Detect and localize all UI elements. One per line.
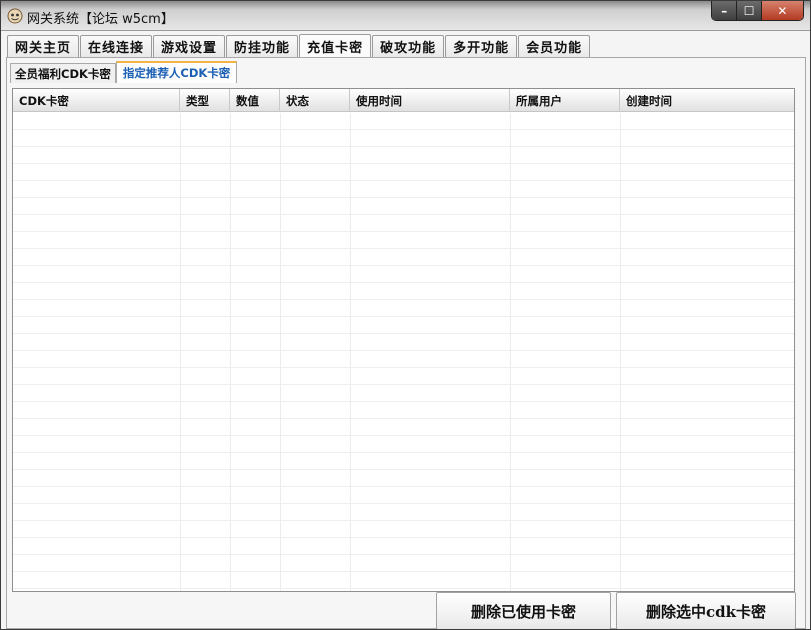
maximize-button[interactable]: ☐ — [737, 1, 762, 20]
minimize-button[interactable]: – — [712, 1, 738, 20]
tab-gateway-home[interactable]: 网关主页 — [7, 35, 80, 57]
subtab-referrer-cdk[interactable]: 指定推荐人CDK卡密 — [115, 61, 238, 83]
tab-online-connections[interactable]: 在线连接 — [80, 35, 153, 57]
column-divider — [280, 113, 281, 591]
delete-used-cdk-button[interactable]: 删除已使用卡密 — [436, 592, 611, 629]
column-divider — [510, 113, 511, 591]
column-header-created-time[interactable]: 创建时间 — [620, 89, 794, 112]
column-header-owner[interactable]: 所属用户 — [510, 89, 620, 112]
tab-recharge-cdk[interactable]: 充值卡密 — [299, 34, 372, 58]
close-button[interactable]: ✕ — [761, 1, 803, 20]
subtab-welfare-cdk[interactable]: 全员福利CDK卡密 — [10, 63, 116, 83]
column-divider — [620, 113, 621, 591]
sub-tab-strip: 全员福利CDK卡密 指定推荐人CDK卡密 — [10, 61, 238, 83]
tab-game-settings[interactable]: 游戏设置 — [153, 35, 226, 57]
column-header-value[interactable]: 数值 — [230, 89, 280, 112]
table-header: CDK卡密 类型 数值 状态 使用时间 所属用户 创建时间 — [13, 89, 794, 112]
main-tab-strip: 网关主页 在线连接 游戏设置 防挂功能 充值卡密 破攻功能 多开功能 会员功能 — [7, 34, 591, 58]
table-body[interactable] — [13, 113, 794, 591]
tab-break-attack[interactable]: 破攻功能 — [372, 35, 445, 57]
column-divider — [350, 113, 351, 591]
app-logo-icon — [7, 8, 23, 24]
tab-panel-recharge: 全员福利CDK卡密 指定推荐人CDK卡密 CDK卡密 类型 数值 状态 使用时间… — [6, 57, 806, 629]
column-header-status[interactable]: 状态 — [280, 89, 350, 112]
column-divider — [230, 113, 231, 591]
title-bar[interactable]: 网关系统【论坛 w5cm】 – ☐ ✕ — [1, 1, 810, 31]
tab-member[interactable]: 会员功能 — [518, 35, 591, 57]
window-title: 网关系统【论坛 w5cm】 — [27, 12, 174, 27]
tab-anti-cheat[interactable]: 防挂功能 — [226, 35, 299, 57]
column-header-cdk[interactable]: CDK卡密 — [13, 89, 180, 112]
column-header-use-time[interactable]: 使用时间 — [350, 89, 510, 112]
cdk-table[interactable]: CDK卡密 类型 数值 状态 使用时间 所属用户 创建时间 — [12, 88, 795, 592]
column-divider — [180, 113, 181, 591]
app-window: 网关系统【论坛 w5cm】 – ☐ ✕ 网关主页 在线连接 游戏设置 防挂功能 … — [0, 0, 811, 630]
delete-selected-cdk-button[interactable]: 删除选中cdk卡密 — [616, 592, 796, 629]
column-header-type[interactable]: 类型 — [180, 89, 230, 112]
window-controls: – ☐ ✕ — [711, 1, 804, 21]
tab-multi-open[interactable]: 多开功能 — [445, 35, 518, 57]
